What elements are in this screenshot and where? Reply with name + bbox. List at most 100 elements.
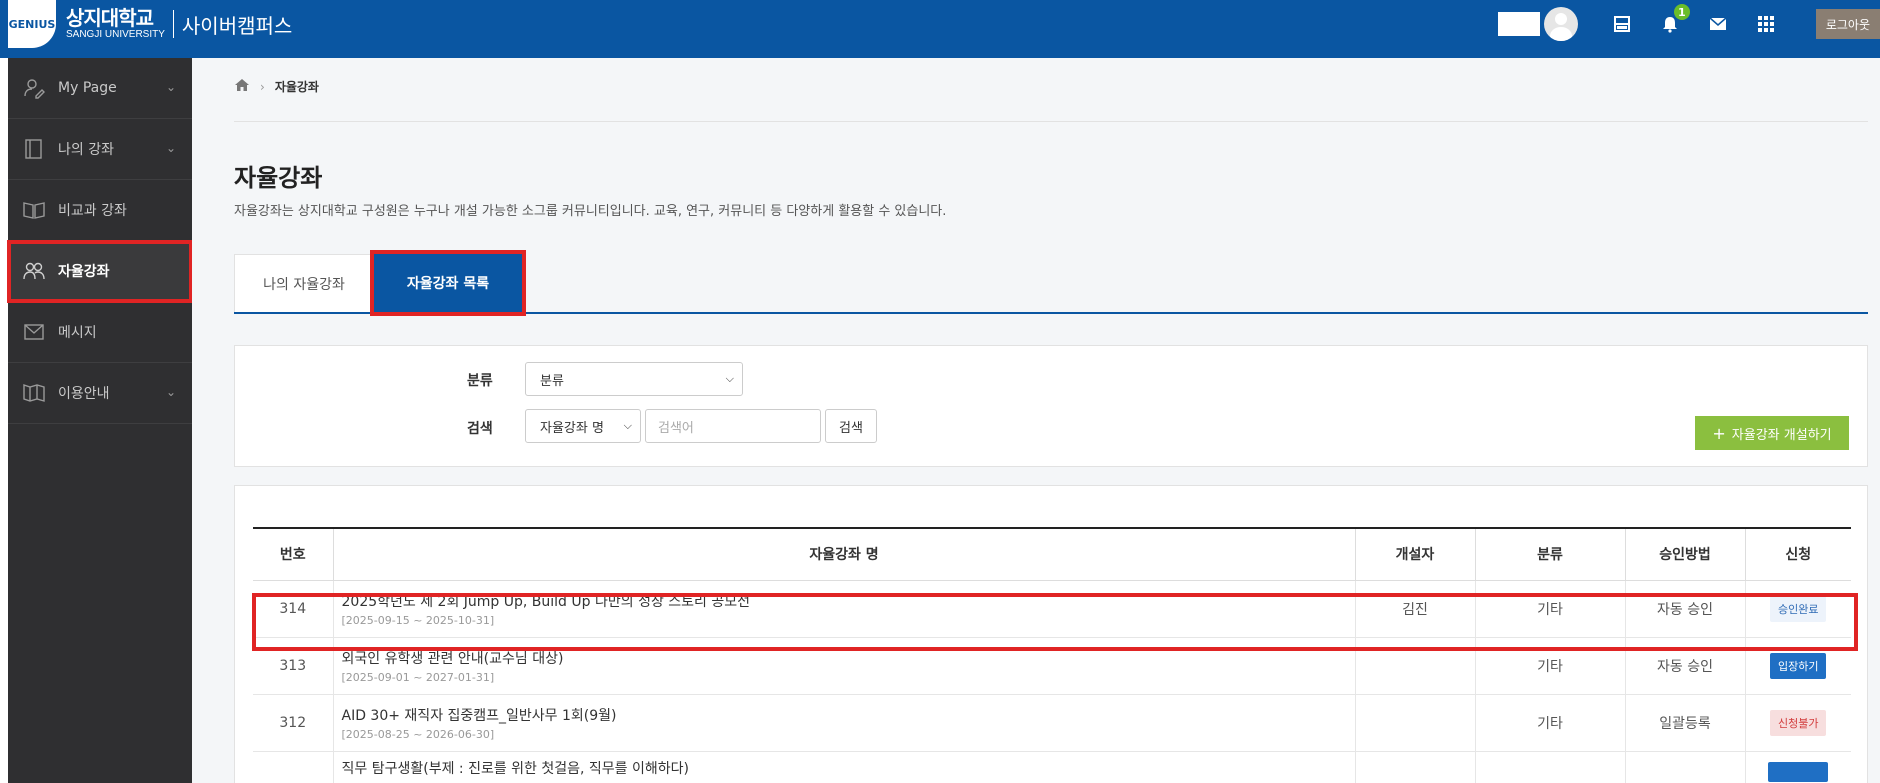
- main-content: › 자율강좌 자율강좌 자율강좌는 상지대학교 구성원은 누구나 개설 가능한 …: [192, 58, 1880, 783]
- row-number: 312: [253, 694, 333, 752]
- site-logo[interactable]: GENIUS 상지대학교 SANGJI UNIVERSITY 사이버캠퍼스: [8, 0, 292, 48]
- row-number: 313: [253, 637, 333, 695]
- create-course-label: 자율강좌 개설하기: [1731, 427, 1832, 443]
- sidebar: My Page ⌄ 나의 강좌 ⌄ 비교과 강좌 자율강좌 메시지 이용안내 ⌄: [7, 58, 193, 783]
- create-course-button[interactable]: + 자율강좌 개설하기: [1695, 416, 1849, 450]
- notification-badge: 1: [1673, 4, 1690, 20]
- sidebar-item-guide[interactable]: 이용안내 ⌄: [8, 363, 192, 424]
- breadcrumb: › 자율강좌: [234, 78, 319, 95]
- course-approval: 자동 승인: [1624, 637, 1745, 695]
- page-description: 자율강좌는 상지대학교 구성원은 누구나 개설 가능한 소그룹 커뮤니티입니다.…: [234, 204, 947, 219]
- course-title-cell[interactable]: 직무 탐구생활(부제 : 진로를 위한 첫걸음, 직무를 이해하다): [332, 751, 1355, 783]
- chevron-down-icon: ⌵: [725, 372, 734, 385]
- sidebar-item-mypage[interactable]: My Page ⌄: [8, 58, 192, 119]
- chevron-down-icon: ⌄: [165, 80, 176, 94]
- course-table: 번호 자율강좌 명 개설자 분류 승인방법 신청 314 2025학년도 제 2…: [253, 527, 1851, 783]
- logo-text: 상지대학교 SANGJI UNIVERSITY: [66, 8, 165, 40]
- bell-icon[interactable]: 1: [1658, 4, 1690, 36]
- column-header: 신청: [1744, 527, 1851, 581]
- course-title[interactable]: 직무 탐구생활(부제 : 진로를 위한 첫걸음, 직무를 이해하다): [342, 758, 1355, 778]
- avatar[interactable]: [1543, 7, 1578, 41]
- filter-panel: 분류 분류 ⌵ 검색 자율강좌 명 ⌵ 검색어 검색 + 자율강좌 개설하기: [234, 345, 1868, 467]
- course-category: 기타: [1474, 637, 1625, 695]
- status-badge: 승인완료: [1770, 595, 1827, 622]
- tab-bar: 나의 자율강좌 자율강좌 목록: [234, 250, 1868, 316]
- course-category: 기타: [1474, 580, 1625, 638]
- course-title-cell[interactable]: 2025학년도 제 2회 Jump Up, Build Up 나만의 성장 스토…: [332, 580, 1355, 638]
- open-book-icon: [22, 198, 46, 222]
- course-period: [2025-09-15 ~ 2025-10-31]: [341, 613, 495, 627]
- category-select[interactable]: 분류 ⌵: [525, 362, 743, 396]
- page-title: 자율강좌: [234, 164, 323, 192]
- apps-grid-icon[interactable]: [1754, 12, 1778, 36]
- home-icon[interactable]: [234, 78, 250, 95]
- enter-button[interactable]: 입장하기: [1770, 652, 1827, 679]
- sidebar-item-label: 나의 강좌: [58, 142, 114, 158]
- course-creator: [1354, 694, 1475, 752]
- breadcrumb-current: 자율강좌: [274, 80, 319, 94]
- site-name: 사이버캠퍼스: [181, 13, 293, 38]
- course-creator: [1354, 637, 1475, 695]
- course-title[interactable]: AID 30+ 재직자 집중캠프_일반사무 1회(9월): [342, 705, 1355, 725]
- mail-icon[interactable]: [1706, 12, 1730, 36]
- sidebar-item-label: 자율강좌: [58, 264, 110, 280]
- course-period: [2025-09-01 ~ 2027-01-31]: [341, 670, 495, 684]
- course-period: [2025-08-25 ~ 2026-06-30]: [341, 727, 495, 741]
- tab-self-directed-course-list[interactable]: 자율강좌 목록: [370, 250, 526, 316]
- layout-icon[interactable]: [1610, 12, 1634, 36]
- plus-icon: +: [1712, 423, 1726, 443]
- course-creator: 김진: [1354, 580, 1475, 638]
- search-input[interactable]: 검색어: [645, 409, 821, 443]
- column-header: 개설자: [1354, 527, 1475, 581]
- course-approval: 자동 승인: [1624, 580, 1745, 638]
- group-icon: [22, 259, 46, 283]
- logo-korean: 상지대학교: [66, 6, 154, 30]
- divider: [234, 121, 1868, 122]
- sidebar-item-messages[interactable]: 메시지: [8, 302, 192, 363]
- status-badge: 신청불가: [1770, 709, 1827, 736]
- search-placeholder: 검색어: [658, 420, 694, 436]
- sidebar-item-self-directed-course[interactable]: 자율강좌: [7, 240, 193, 303]
- logout-button[interactable]: 로그아웃: [1815, 9, 1880, 39]
- header-actions: 1 로그아웃: [1497, 0, 1880, 48]
- user-edit-icon: [22, 76, 46, 100]
- tab-my-self-directed-courses[interactable]: 나의 자율강좌: [234, 254, 374, 312]
- course-category: 기타: [1474, 694, 1625, 752]
- logo-english: SANGJI UNIVERSITY: [66, 29, 165, 40]
- sidebar-item-label: My Page: [58, 80, 117, 96]
- chevron-down-icon: ⌄: [165, 385, 176, 399]
- sidebar-item-my-courses[interactable]: 나의 강좌 ⌄: [8, 119, 192, 180]
- search-field-selected: 자율강좌 명: [540, 420, 604, 436]
- sidebar-item-extracurricular[interactable]: 비교과 강좌: [8, 180, 192, 241]
- column-header: 분류: [1474, 527, 1625, 581]
- top-header: GENIUS 상지대학교 SANGJI UNIVERSITY 사이버캠퍼스 1 …: [0, 0, 1880, 58]
- course-status-cell: 승인완료: [1744, 580, 1851, 638]
- course-approval: [1624, 751, 1745, 783]
- course-status-cell: 신청불가: [1744, 694, 1851, 752]
- search-field-select[interactable]: 자율강좌 명 ⌵: [525, 409, 641, 443]
- course-status-cell: 입장하기: [1744, 637, 1851, 695]
- table-row[interactable]: 직무 탐구생활(부제 : 진로를 위한 첫걸음, 직무를 이해하다): [253, 751, 1851, 783]
- course-title-cell[interactable]: 외국인 유학생 관련 안내(교수님 대상) [2025-09-01 ~ 2027…: [332, 637, 1355, 695]
- enter-button[interactable]: [1768, 761, 1829, 782]
- search-label: 검색: [467, 421, 493, 437]
- sidebar-item-label: 메시지: [58, 325, 97, 341]
- user-name-box: [1497, 12, 1540, 36]
- search-button[interactable]: 검색: [825, 409, 877, 443]
- course-list-panel: 번호 자율강좌 명 개설자 분류 승인방법 신청 314 2025학년도 제 2…: [234, 485, 1868, 783]
- sidebar-item-label: 비교과 강좌: [58, 203, 127, 219]
- logo-divider: [172, 10, 174, 38]
- course-title-cell[interactable]: AID 30+ 재직자 집중캠프_일반사무 1회(9월) [2025-08-25…: [332, 694, 1355, 752]
- column-header: 승인방법: [1624, 527, 1745, 581]
- category-selected: 분류: [540, 373, 564, 389]
- row-number: 314: [253, 580, 333, 638]
- table-row[interactable]: 313 외국인 유학생 관련 안내(교수님 대상) [2025-09-01 ~ …: [253, 637, 1851, 695]
- course-title[interactable]: 외국인 유학생 관련 안내(교수님 대상): [342, 648, 1355, 668]
- course-category: [1474, 751, 1625, 783]
- chevron-right-icon: ›: [260, 79, 265, 94]
- emblem-text: GENIUS: [8, 17, 56, 31]
- table-row[interactable]: 314 2025학년도 제 2회 Jump Up, Build Up 나만의 성…: [253, 580, 1851, 638]
- table-row[interactable]: 312 AID 30+ 재직자 집중캠프_일반사무 1회(9월) [2025-0…: [253, 694, 1851, 752]
- course-title[interactable]: 2025학년도 제 2회 Jump Up, Build Up 나만의 성장 스토…: [342, 591, 1355, 611]
- chevron-down-icon: ⌄: [165, 141, 176, 155]
